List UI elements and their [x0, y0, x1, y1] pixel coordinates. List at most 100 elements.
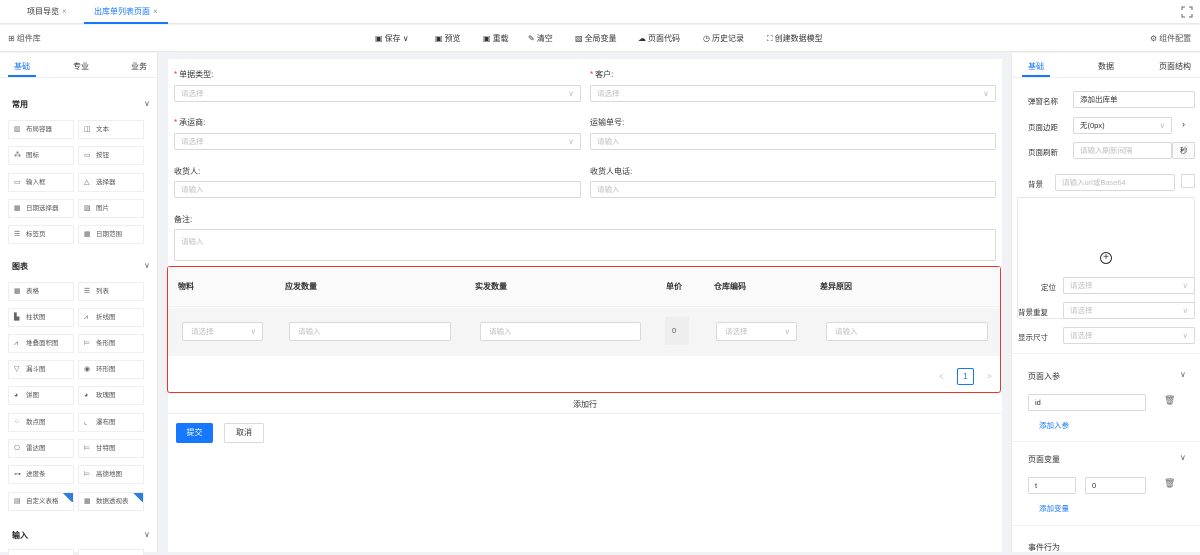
component-bar-chart[interactable]: ▙ 柱状图	[8, 308, 74, 327]
component-rose[interactable]: ◕ 玫瑰图	[78, 386, 144, 405]
component-progress[interactable]: ⊶ 进度条	[8, 465, 74, 484]
background-url-input[interactable]: 请输入url或Base64	[1055, 174, 1175, 191]
component-horizontal-bar[interactable]: ⊨ 条形图	[78, 334, 144, 353]
component-input[interactable]: ▭ 输入框	[8, 173, 74, 192]
bg-repeat-select[interactable]: 请选择 ∨	[1063, 302, 1195, 319]
component-layout-container[interactable]: ▥ 布局容器	[8, 120, 74, 139]
history-button[interactable]: ◷ 历史记录	[703, 25, 744, 52]
customer-label: * 客户:	[590, 69, 613, 80]
chevron-down-icon[interactable]: ∨	[1180, 370, 1186, 379]
cancel-button[interactable]: 取消	[224, 423, 264, 443]
right-tab-page-structure[interactable]: 页面结构	[1159, 61, 1191, 72]
right-tab-data[interactable]: 数据	[1098, 61, 1114, 72]
reload-button[interactable]: ▣ 重载	[483, 25, 509, 52]
var-name-value: t	[1035, 481, 1038, 490]
fullscreen-icon[interactable]	[1181, 6, 1193, 18]
component-placeholder	[78, 549, 144, 555]
chevron-down-icon[interactable]: ∨	[144, 99, 150, 108]
doc-type-label: * 单据类型:	[174, 69, 213, 80]
popup-name-input[interactable]: 添加出库单	[1073, 91, 1195, 108]
chevron-down-icon[interactable]: ∨	[144, 530, 150, 539]
chevron-right-icon[interactable]: ›	[1182, 119, 1185, 129]
component-scatter[interactable]: ⁘ 散点图	[8, 413, 74, 432]
chevron-down-icon[interactable]: ∨	[144, 261, 150, 270]
component-waterfall[interactable]: ⌞ 瀑布图	[78, 413, 144, 432]
component-gantt[interactable]: ⊨ 甘特图	[78, 439, 144, 458]
global-vars-button[interactable]: ▧ 全局变量	[575, 25, 617, 52]
tracking-input[interactable]: 请输入	[590, 133, 996, 150]
color-picker[interactable]	[1181, 174, 1195, 188]
submit-button[interactable]: 提交	[176, 423, 213, 443]
component-date-picker[interactable]: ▦ 日期选择器	[8, 199, 74, 218]
reason-input[interactable]: 请输入	[826, 322, 988, 341]
component-library-button[interactable]: ⊞ 组件库	[8, 25, 41, 52]
component-funnel[interactable]: ▽ 漏斗图	[8, 360, 74, 379]
background-upload-area[interactable]: +	[1017, 197, 1195, 319]
component-select[interactable]: △ 选择器	[78, 173, 144, 192]
customer-select[interactable]: 请选择 ∨	[590, 85, 996, 102]
pager-prev[interactable]: <	[939, 372, 944, 381]
trash-icon[interactable]: 🗑	[1164, 395, 1175, 406]
right-tab-basic[interactable]: 基础	[1028, 61, 1044, 72]
page-refresh-input[interactable]: 请输入刷新间隔	[1073, 142, 1172, 159]
qty-due-input[interactable]: 请输入	[289, 322, 451, 341]
material-select[interactable]: 请选择 ∨	[182, 322, 263, 341]
page-margin-select[interactable]: 无(0px) ∨	[1073, 117, 1172, 134]
warehouse-select[interactable]: 请选择 ∨	[716, 322, 797, 341]
add-row-button[interactable]: 添加行	[168, 396, 1002, 414]
component-list[interactable]: ☰ 列表	[78, 282, 144, 301]
component-button[interactable]: ▭ 按钮	[78, 146, 144, 165]
left-tab-business[interactable]: 业务	[131, 61, 147, 72]
pager-page-1[interactable]: 1	[957, 368, 974, 385]
receiver-phone-input[interactable]: 请输入	[590, 181, 996, 198]
component-radar[interactable]: ⎔ 雷达图	[8, 439, 74, 458]
create-data-model-button[interactable]: ⛶ 创建数据模型	[767, 25, 823, 52]
component-text[interactable]: ◫ 文本	[78, 120, 144, 139]
hbar-chart-icon: ⊨	[84, 340, 91, 347]
page-code-button[interactable]: ☁ 页面代码	[638, 25, 680, 52]
close-icon[interactable]: ×	[153, 7, 158, 16]
display-size-select[interactable]: 请选择 ∨	[1063, 327, 1195, 344]
map-icon: ⊨	[84, 471, 91, 478]
carrier-select[interactable]: 请选择 ∨	[174, 133, 581, 150]
save-button[interactable]: ▣ 保存 ∨	[375, 25, 409, 52]
component-stacked-area[interactable]: ⩘ 堆叠面积图	[8, 334, 74, 353]
pager-next[interactable]: >	[987, 372, 992, 381]
tab-outbound-list[interactable]: 出库单列表页面 ×	[84, 0, 168, 24]
trash-icon[interactable]: 🗑	[1164, 478, 1175, 489]
var-name-input[interactable]: t	[1028, 477, 1076, 494]
remark-textarea[interactable]: 请输入	[174, 229, 996, 261]
param-input[interactable]: id	[1028, 394, 1146, 411]
component-custom-table[interactable]: ▤ 自定义表格	[8, 492, 74, 511]
component-pivot-table[interactable]: ▦ 数据透视表	[78, 492, 144, 511]
add-param-link[interactable]: 添加入参	[1039, 420, 1069, 431]
component-donut[interactable]: ◉ 环形图	[78, 360, 144, 379]
left-tab-basic[interactable]: 基础	[14, 61, 30, 72]
component-line-chart[interactable]: ⩘ 折线图	[78, 308, 144, 327]
left-tab-professional[interactable]: 专业	[73, 61, 89, 72]
add-var-link[interactable]: 添加变量	[1039, 503, 1069, 514]
doc-type-select[interactable]: 请选择 ∨	[174, 85, 581, 102]
tab-project-overview[interactable]: 项目导览 ×	[27, 0, 67, 24]
component-config-button[interactable]: ⚙ 组件配置	[1150, 25, 1191, 52]
component-tabs[interactable]: ☰ 标签页	[8, 225, 74, 244]
component-icon[interactable]: ⁂ 图标	[8, 146, 74, 165]
page-margin-value: 无(0px)	[1080, 121, 1105, 130]
component-amap[interactable]: ⊨ 高德地图	[78, 465, 144, 484]
clear-button[interactable]: ✎ 清空	[528, 25, 553, 52]
preview-button[interactable]: ▣ 预览	[435, 25, 461, 52]
carrier-label-text: 承运商:	[179, 118, 206, 127]
var-value-input[interactable]: 0	[1085, 477, 1146, 494]
component-pie[interactable]: ◕ 饼图	[8, 386, 74, 405]
component-label: 日期范围	[96, 231, 122, 238]
close-icon[interactable]: ×	[62, 7, 67, 16]
warehouse-placeholder: 请选择	[725, 327, 748, 336]
position-select[interactable]: 请选择 ∨	[1063, 277, 1195, 294]
column-header-reason: 差异原因	[820, 282, 852, 291]
component-table[interactable]: ▦ 表格	[8, 282, 74, 301]
component-image[interactable]: ▨ 图片	[78, 199, 144, 218]
chevron-down-icon[interactable]: ∨	[1180, 453, 1186, 462]
component-date-range[interactable]: ▦ 日期范围	[78, 225, 144, 244]
receiver-input[interactable]: 请输入	[174, 181, 581, 198]
qty-actual-input[interactable]: 请输入	[480, 322, 641, 341]
